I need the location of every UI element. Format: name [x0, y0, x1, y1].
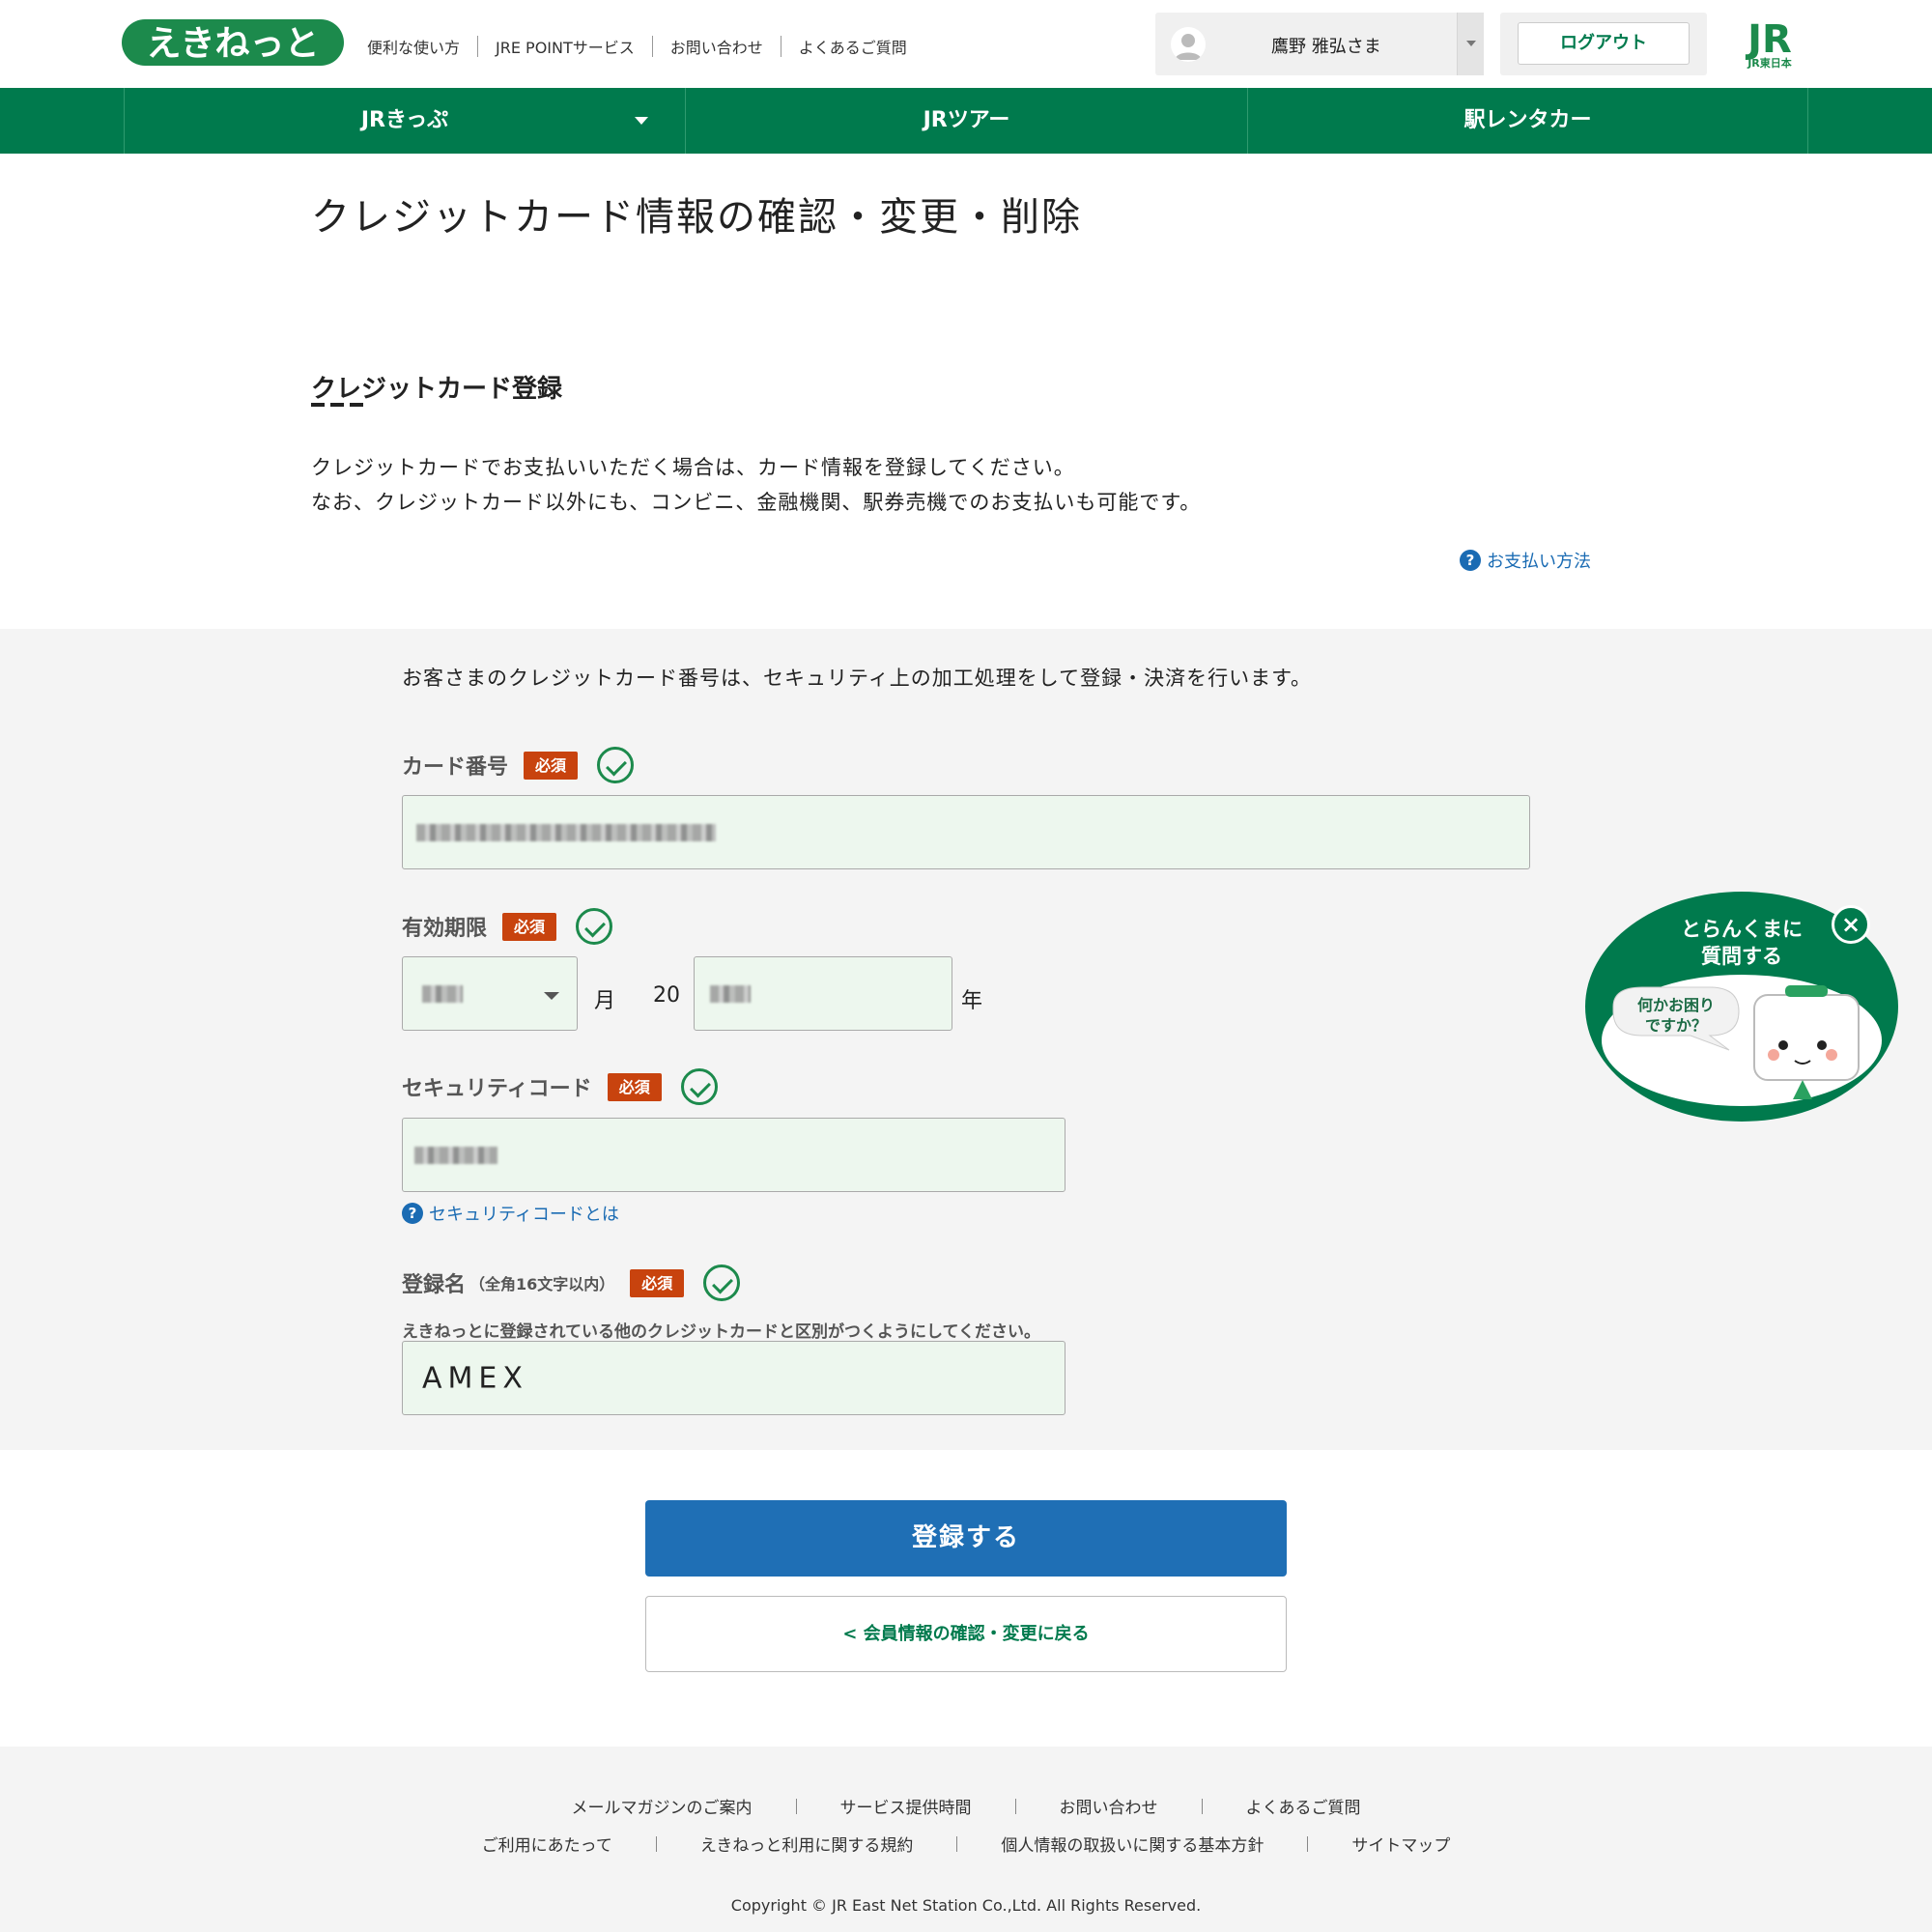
card-number-label: カード番号	[402, 755, 509, 780]
masked-value	[416, 823, 716, 841]
back-button[interactable]: < 会員情報の確認・変更に戻る	[645, 1596, 1287, 1672]
reg-name-label-row: 登録名 （全角16文字以内） 必須	[402, 1264, 741, 1301]
reg-name-sublabel: （全角16文字以内）	[469, 1275, 615, 1293]
svg-text:JR東日本: JR東日本	[1747, 56, 1792, 70]
payment-method-link-label: お支払い方法	[1487, 552, 1591, 572]
question-icon: ?	[1460, 550, 1481, 571]
month-unit: 月	[594, 989, 616, 1013]
expiry-label-row: 有効期限 必須	[402, 908, 613, 945]
svg-text:何かお困り: 何かお困り	[1637, 996, 1715, 1014]
svg-text:えきねっと: えきねっと	[147, 24, 320, 64]
footer-link-mail-magazine[interactable]: メールマガジンのご案内	[528, 1794, 796, 1818]
link-how-to-use[interactable]: 便利な使い方	[367, 35, 477, 58]
section-title: クレジットカード登録	[311, 375, 563, 404]
payment-method-link[interactable]: ? お支払い方法	[1460, 548, 1591, 573]
link-jre-point[interactable]: JRE POINTサービス	[478, 35, 652, 58]
required-badge: 必須	[630, 1268, 685, 1297]
logout-area: ログアウト	[1500, 13, 1707, 75]
close-icon[interactable]: ×	[1832, 905, 1870, 944]
nav-jr-tickets[interactable]: JRきっぷ	[124, 88, 685, 154]
main-nav: JRきっぷ JRツアー 駅レンタカー	[0, 88, 1932, 154]
reg-name-value: AMEX	[422, 1361, 528, 1395]
expiry-month-select[interactable]	[402, 956, 578, 1031]
utility-links: 便利な使い方 JRE POINTサービス お問い合わせ よくあるご質問	[367, 35, 924, 58]
footer-link-service-hours[interactable]: サービス提供時間	[797, 1794, 1015, 1818]
svg-text:とらんくまに: とらんくまに	[1681, 918, 1803, 941]
card-number-label-row: カード番号 必須	[402, 747, 635, 783]
svg-text:質問する: 質問する	[1701, 945, 1782, 968]
copyright: Copyright © JR East Net Station Co.,Ltd.…	[730, 1896, 1202, 1915]
intro-line: なお、クレジットカード以外にも、コンビニ、金融機関、駅券売機でのお支払いも可能で…	[311, 491, 1202, 514]
top-header: えきねっと 便利な使い方 JRE POINTサービス お問い合わせ よくあるご質…	[0, 0, 1932, 88]
required-badge: 必須	[502, 912, 557, 941]
card-number-input[interactable]	[402, 795, 1530, 869]
footer-links-row-2: ご利用にあたって えきねっと利用に関する規約 個人情報の取扱いに関する基本方針 …	[0, 1832, 1932, 1856]
check-circle-icon	[576, 908, 613, 945]
security-code-label: セキュリティコード	[402, 1077, 592, 1101]
intro-line: クレジットカードでお支払いいただく場合は、カード情報を登録してください。	[311, 456, 1075, 479]
footer-link-sitemap[interactable]: サイトマップ	[1308, 1832, 1493, 1856]
security-code-help-link[interactable]: ? セキュリティコードとは	[402, 1201, 619, 1226]
nav-label: 駅レンタカー	[1463, 108, 1592, 132]
svg-text:JR: JR	[1745, 17, 1792, 62]
expiry-label: 有効期限	[402, 917, 488, 941]
year-unit: 年	[961, 989, 983, 1013]
chevron-down-icon	[544, 992, 559, 1000]
nav-jr-tour[interactable]: JRツアー	[685, 88, 1247, 154]
question-icon: ?	[402, 1203, 423, 1224]
register-button[interactable]: 登録する	[645, 1500, 1287, 1577]
svg-text:ですか？: ですか？	[1645, 1016, 1707, 1035]
user-menu[interactable]: 鷹野 雅弘さま	[1155, 13, 1484, 75]
nav-rent-a-car[interactable]: 駅レンタカー	[1247, 88, 1808, 154]
footer-link-faq[interactable]: よくあるご質問	[1203, 1794, 1405, 1818]
chevron-left-icon: <	[842, 1624, 864, 1644]
masked-value	[710, 984, 751, 1003]
security-code-help-label: セキュリティコードとは	[429, 1205, 619, 1225]
user-name: 鷹野 雅弘さま	[1271, 37, 1381, 57]
footer-link-contact[interactable]: お問い合わせ	[1016, 1794, 1202, 1818]
link-contact[interactable]: お問い合わせ	[653, 35, 781, 58]
footer-link-terms[interactable]: えきねっと利用に関する規約	[657, 1832, 957, 1856]
logout-button[interactable]: ログアウト	[1518, 22, 1690, 65]
reg-name-hint: えきねっとに登録されている他のクレジットカードと区別がつくようにしてください。	[402, 1322, 1040, 1342]
reg-name-input[interactable]: AMEX	[402, 1341, 1065, 1415]
jr-east-logo[interactable]: JR JR東日本	[1729, 17, 1810, 70]
nav-label: JRツアー	[923, 108, 1010, 132]
footer-link-privacy[interactable]: 個人情報の取扱いに関する基本方針	[957, 1832, 1307, 1856]
expiry-year-input[interactable]	[694, 956, 952, 1031]
required-badge: 必須	[524, 751, 579, 780]
masked-value	[414, 1146, 497, 1164]
chevron-down-icon[interactable]	[1457, 13, 1484, 75]
year-prefix: 20	[653, 983, 680, 1008]
ekinet-logo[interactable]: えきねっと	[122, 15, 344, 70]
footer-link-usage[interactable]: ご利用にあたって	[439, 1832, 656, 1856]
link-faq[interactable]: よくあるご質問	[781, 35, 924, 58]
check-circle-icon	[680, 1068, 718, 1105]
check-circle-icon	[597, 747, 635, 783]
reg-name-label: 登録名	[402, 1273, 467, 1297]
security-code-label-row: セキュリティコード 必須	[402, 1068, 718, 1105]
check-circle-icon	[703, 1264, 741, 1301]
intro-text: クレジットカードでお支払いいただく場合は、カード情報を登録してください。 なお、…	[311, 450, 1201, 520]
form-security-note: お客さまのクレジットカード番号は、セキュリティ上の加工処理をして登録・決済を行い…	[402, 667, 1313, 690]
footer-links-row-1: メールマガジンのご案内 サービス提供時間 お問い合わせ よくあるご質問	[0, 1794, 1932, 1818]
back-button-label: 会員情報の確認・変更に戻る	[863, 1624, 1090, 1644]
security-code-input[interactable]	[402, 1118, 1065, 1192]
section-title-underline	[311, 403, 367, 407]
nav-label: JRきっぷ	[360, 108, 449, 132]
masked-value	[422, 984, 463, 1003]
required-badge: 必須	[607, 1072, 662, 1101]
user-avatar-icon	[1171, 27, 1206, 62]
chevron-down-icon	[635, 117, 648, 125]
page-title: クレジットカード情報の確認・変更・削除	[311, 195, 1082, 240]
